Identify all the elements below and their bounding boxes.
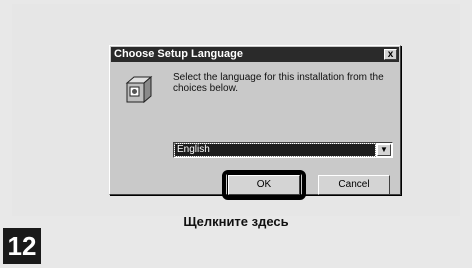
setup-box-icon — [125, 75, 153, 104]
instruction-caption: Щелкните здесь — [183, 214, 289, 229]
dialog-title: Choose Setup Language — [114, 48, 243, 60]
ok-button[interactable]: OK — [227, 174, 301, 196]
dialog-titlebar: Choose Setup Language x — [111, 47, 399, 62]
language-select[interactable]: English ▼ — [173, 142, 393, 158]
step-number-badge: 12 — [3, 228, 41, 264]
language-select-value[interactable]: English — [174, 143, 376, 157]
close-icon[interactable]: x — [384, 49, 397, 60]
instruction-panel: Choose Setup Language x Select the langu… — [12, 4, 460, 216]
dialog-message: Select the language for this installatio… — [173, 72, 384, 94]
cancel-button[interactable]: Cancel — [318, 175, 390, 195]
choose-setup-language-dialog: Choose Setup Language x Select the langu… — [109, 45, 401, 200]
chevron-down-icon[interactable]: ▼ — [377, 144, 391, 156]
